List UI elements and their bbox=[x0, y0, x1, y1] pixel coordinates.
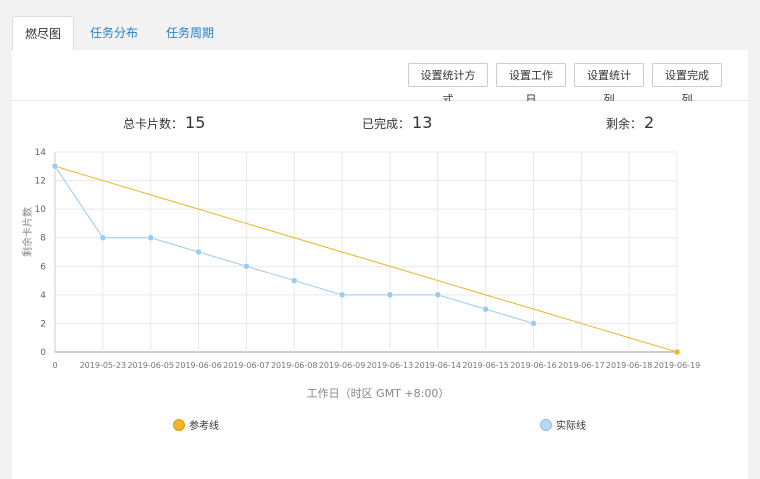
legend-reference-label: 参考线 bbox=[189, 419, 219, 432]
x-tick-label: 0 bbox=[52, 361, 57, 370]
x-axis-label: 工作日（时区 GMT +8:00） bbox=[307, 387, 450, 400]
reference-point bbox=[673, 348, 681, 356]
x-tick-label: 2019-06-13 bbox=[367, 361, 414, 370]
actual-point bbox=[243, 263, 250, 270]
actual-point bbox=[290, 277, 298, 284]
reference-line bbox=[54, 165, 678, 353]
y-tick-label: 10 bbox=[35, 205, 47, 215]
actual-point bbox=[482, 305, 489, 313]
y-tick-label: 12 bbox=[35, 177, 46, 187]
actual-point bbox=[195, 248, 202, 256]
x-tick-label: 2019-06-19 bbox=[654, 361, 701, 370]
actual-point bbox=[434, 291, 442, 299]
x-tick-label: 2019-06-18 bbox=[606, 361, 653, 370]
x-tick-label: 2019-06-09 bbox=[319, 361, 366, 370]
actual-point bbox=[99, 234, 107, 241]
actual-point bbox=[338, 291, 346, 299]
x-tick-label: 2019-06-08 bbox=[271, 361, 318, 370]
x-tick-label: 2019-06-07 bbox=[223, 361, 270, 370]
legend-actual[interactable]: 实际线 bbox=[540, 419, 587, 432]
y-tick-label: 4 bbox=[40, 291, 46, 301]
y-tick-label: 2 bbox=[40, 319, 46, 329]
y-axis-ticks: 0 2 4 6 8 10 12 14 bbox=[35, 148, 47, 358]
burndown-chart: 02468101214 0 2019-05-23 2019-06-05 2019-06… bbox=[21, 148, 700, 432]
actual-point bbox=[530, 320, 537, 327]
legend-reference[interactable]: 参考线 bbox=[173, 419, 220, 432]
legend-reference-marker bbox=[173, 419, 185, 431]
actual-point bbox=[386, 291, 394, 299]
y-tick-label: 14 bbox=[35, 148, 47, 158]
chart-series bbox=[51, 163, 681, 356]
x-tick-label: 2019-06-16 bbox=[510, 361, 557, 370]
legend-actual-marker bbox=[540, 419, 552, 431]
x-tick-label: 2019-06-14 bbox=[415, 361, 462, 370]
x-tick-label: 2019-05-23 bbox=[80, 361, 127, 370]
actual-point bbox=[147, 234, 154, 241]
y-tick-label: 0 bbox=[40, 348, 46, 358]
x-tick-label: 2019-06-06 bbox=[175, 361, 222, 370]
actual-point bbox=[51, 163, 59, 170]
legend-actual-label: 实际线 bbox=[556, 419, 586, 432]
x-tick-label: 2019-06-05 bbox=[127, 361, 174, 370]
y-tick-label: 6 bbox=[40, 262, 46, 272]
x-tick-label: 2019-06-15 bbox=[462, 361, 509, 370]
x-tick-label: 2019-06-17 bbox=[558, 361, 605, 370]
y-tick-label: 8 bbox=[40, 234, 46, 244]
chart-grid bbox=[54, 151, 678, 353]
x-axis-ticks: 0 2019-05-23 2019-06-05 2019-06-06 2019-06-0… bbox=[52, 361, 700, 370]
y-axis-label: 剩余卡片数 bbox=[21, 207, 34, 257]
